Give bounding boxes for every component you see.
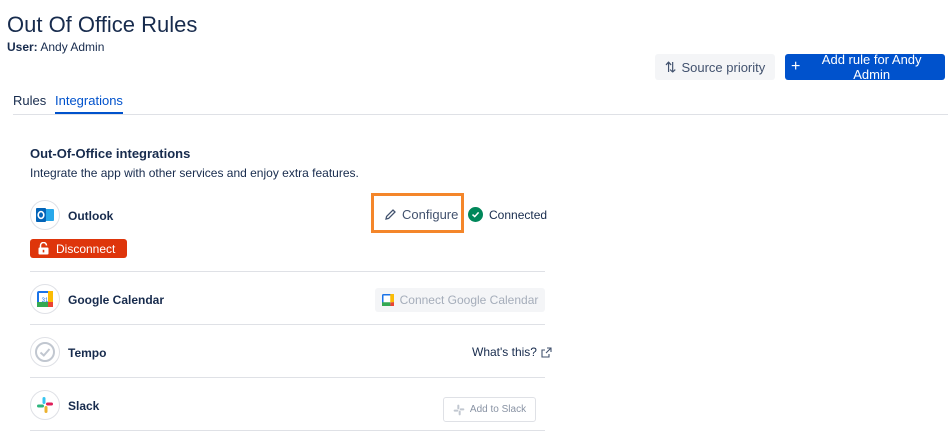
disconnect-label: Disconnect <box>56 241 116 256</box>
tempo-icon <box>30 337 60 367</box>
add-rule-button[interactable]: + Add rule for Andy Admin <box>785 52 945 82</box>
configure-button[interactable]: Configure <box>384 207 458 222</box>
integration-name-slack: Slack <box>68 399 100 413</box>
integration-name-outlook: Outlook <box>68 209 114 223</box>
divider <box>30 271 545 272</box>
user-name: Andy Admin <box>40 40 105 54</box>
connect-google-calendar-button[interactable]: Connect Google Calendar <box>375 288 545 312</box>
page-title: Out Of Office Rules <box>7 12 198 37</box>
integrations-title: Out-Of-Office integrations <box>30 146 191 161</box>
plus-icon: + <box>791 58 801 75</box>
configure-label: Configure <box>402 207 459 222</box>
integrations-description: Integrate the app with other services an… <box>30 166 359 180</box>
tab-rules[interactable]: Rules <box>13 93 46 108</box>
divider <box>30 430 545 431</box>
source-priority-label: Source priority <box>681 59 766 75</box>
google-calendar-small-icon <box>381 294 394 306</box>
google-calendar-icon: 31 <box>30 284 60 314</box>
add-rule-label: Add rule for Andy Admin <box>821 52 922 82</box>
tab-integrations[interactable]: Integrations <box>55 93 123 114</box>
connected-status: Connected <box>468 207 547 222</box>
add-to-slack-button[interactable]: Add to Slack <box>443 397 536 422</box>
user-line: User: Andy Admin <box>7 40 104 54</box>
sort-icon: ⇅ <box>664 58 677 75</box>
whats-this-label: What's this? <box>472 345 537 359</box>
external-link-icon <box>541 346 552 358</box>
svg-text:31: 31 <box>42 298 49 304</box>
source-priority-button[interactable]: ⇅ Source priority <box>655 54 775 80</box>
integration-name-google-calendar: Google Calendar <box>68 293 165 307</box>
outlook-icon <box>30 200 60 230</box>
check-circle-icon <box>468 207 483 222</box>
add-to-slack-label: Add to Slack <box>469 404 527 415</box>
slack-small-icon <box>453 404 465 415</box>
connect-google-calendar-label: Connect Google Calendar <box>399 293 539 307</box>
divider <box>30 324 545 325</box>
whats-this-link[interactable]: What's this? <box>472 345 552 359</box>
slack-icon <box>30 390 60 420</box>
connected-label: Connected <box>489 207 548 222</box>
unlock-icon <box>38 242 49 255</box>
tab-bar: Rules Integrations <box>13 93 948 115</box>
pencil-icon <box>385 209 396 220</box>
disconnect-button[interactable]: Disconnect <box>30 239 127 258</box>
user-label: User: <box>7 40 38 54</box>
integration-row-tempo: Tempo <box>30 337 545 367</box>
divider <box>30 377 545 378</box>
integration-name-tempo: Tempo <box>68 346 107 360</box>
